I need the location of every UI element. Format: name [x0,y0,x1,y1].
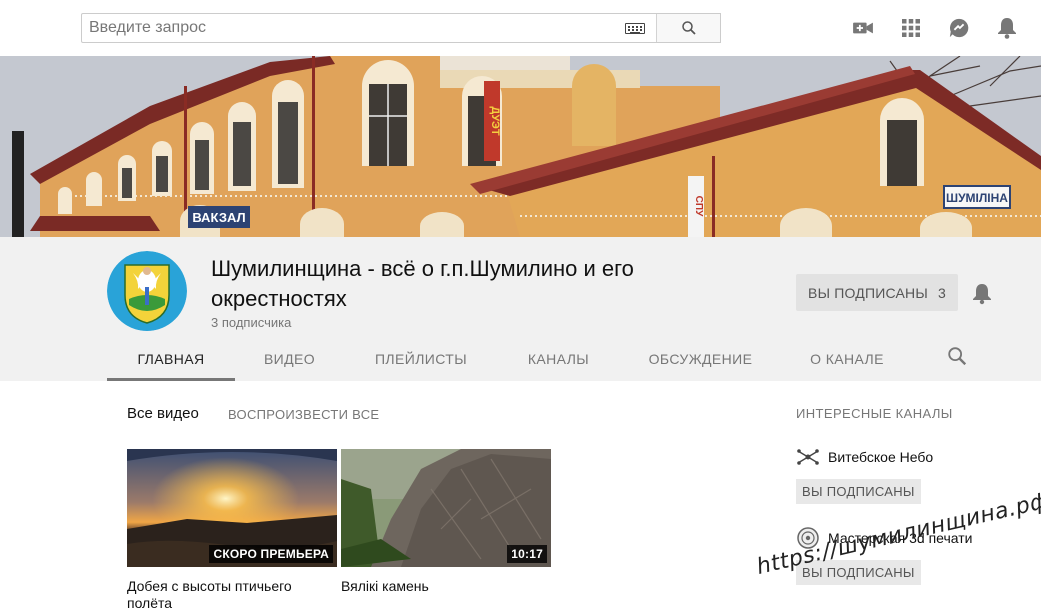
channel-header: Шумилинщина - всё о г.п.Шумилино и его о… [0,237,1041,381]
channel-tabs: ГЛАВНАЯ ВИДЕО ПЛЕЙЛИСТЫ КАНАЛЫ ОБСУЖДЕНИ… [107,337,912,381]
tab-playlists[interactable]: ПЛЕЙЛИСТЫ [344,337,498,381]
banner-sign-right: ШУМІЛІНА [946,191,1008,205]
video-title[interactable]: Добея с высоты птичьего полёта [127,578,307,612]
tab-videos[interactable]: ВИДЕО [235,337,344,381]
search-icon [948,347,967,366]
tab-discussion[interactable]: ОБСУЖДЕНИЕ [619,337,782,381]
featured-channel-name[interactable]: Витебское Небо [828,449,933,465]
apps-grid-icon[interactable] [899,16,923,40]
drone-icon[interactable] [796,447,820,467]
banner-sign-left: ВАКЗАЛ [192,210,245,225]
search-box [81,13,721,43]
video-thumbnail[interactable]: 10:17 [341,449,551,567]
video-camera-icon[interactable] [851,16,875,40]
search-button[interactable] [656,14,720,42]
subscriber-count: 3 подписчика [211,315,292,330]
channel-avatar[interactable] [107,251,187,331]
play-all-link[interactable]: ВОСПРОИЗВЕСТИ ВСЕ [228,407,379,422]
search-field-wrap [82,14,656,42]
tab-about[interactable]: О КАНАЛЕ [782,337,912,381]
bell-icon[interactable] [995,16,1019,40]
top-icons [851,16,1019,40]
notification-bell-button[interactable] [970,281,994,305]
channel-title: Шумилинщина - всё о г.п.Шумилино и его о… [211,256,634,311]
video-thumbnail[interactable]: СКОРО ПРЕМЬЕРА [127,449,337,567]
masthead [0,0,1041,56]
premiere-badge: СКОРО ПРЕМЬЕРА [209,545,333,563]
channel-search-button[interactable] [946,345,968,367]
video-title[interactable]: Вялікі камень [341,578,521,595]
tab-channels[interactable]: КАНАЛЫ [498,337,619,381]
banner-sign-vertical-right: СПУ [693,196,704,217]
messages-icon[interactable] [947,16,971,40]
duration-badge: 10:17 [507,545,547,563]
subscribed-label: ВЫ ПОДПИСАНЫ [808,284,928,301]
search-input[interactable] [82,14,656,42]
section-title: Все видео [127,405,199,422]
featured-subscribed-button[interactable]: ВЫ ПОДПИСАНЫ [796,479,921,504]
featured-channel: Витебское Небо ВЫ ПОДПИСАНЫ [796,447,1036,504]
banner-sign-vertical: ДУЭТ [489,106,501,135]
channel-banner: ДУЭТ ВАКЗАЛ ШУМІЛІНА СПУ [0,56,1041,237]
featured-channels-title: ИНТЕРЕСНЫЕ КАНАЛЫ [796,406,953,421]
tab-home[interactable]: ГЛАВНАЯ [107,337,235,381]
search-icon [681,21,696,35]
banner-image: ДУЭТ ВАКЗАЛ ШУМІЛІНА СПУ [0,56,1041,237]
video-card[interactable]: 10:17 Вялікі камень [341,449,551,595]
subscribed-button[interactable]: ВЫ ПОДПИСАНЫ 3 [796,274,958,311]
video-card[interactable]: СКОРО ПРЕМЬЕРА Добея с высоты птичьего п… [127,449,337,612]
bell-icon [973,284,991,305]
subscribed-count: 3 [937,284,946,301]
keyboard-icon[interactable] [625,23,645,34]
coat-of-arms-icon [107,251,187,331]
